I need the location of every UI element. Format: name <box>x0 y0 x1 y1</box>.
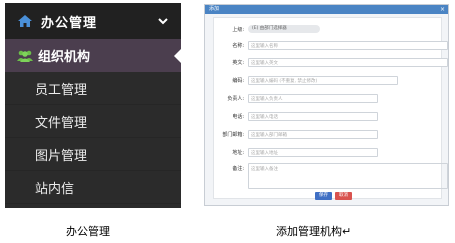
field-label: 电话: <box>232 114 244 120</box>
dialog-title-bar: 添加 × <box>205 5 448 14</box>
form-row-code: 编码: 这里输入编码 (不重复, 禁止修改) <box>214 76 398 85</box>
sidebar-header[interactable]: 办公管理 <box>5 3 181 39</box>
add-org-dialog: 添加 × 上级: (E) 由部门选择器 名称: 这里输入名称 英文: 这里输入英… <box>204 4 449 206</box>
field-label: 名称: <box>232 43 244 49</box>
superior-select[interactable]: (E) 由部门选择器 <box>248 25 320 33</box>
form-row-manager: 负责人: 这里输入负责人 <box>214 94 378 103</box>
home-icon <box>18 15 32 27</box>
form-row-phone: 电话: 这里输入电话 <box>214 112 378 121</box>
form-row-english: 英文: 这里输入英文 <box>214 58 448 67</box>
sidebar-item-messages[interactable]: 站内信 <box>5 171 181 204</box>
field-label: 负责人: <box>227 96 244 102</box>
address-input[interactable]: 这里输入地址 <box>248 148 378 157</box>
field-label: 备注: <box>232 166 244 172</box>
close-icon[interactable]: × <box>440 5 445 14</box>
group-icon <box>17 50 33 62</box>
save-button[interactable]: 保存 <box>315 192 332 200</box>
form-row-superior: 上级: (E) 由部门选择器 <box>214 25 320 33</box>
field-label: 编码: <box>232 78 244 84</box>
sidebar-item-org[interactable]: 组织机构 <box>5 39 182 72</box>
phone-input[interactable]: 这里输入电话 <box>248 112 378 121</box>
active-indicator <box>174 48 182 64</box>
sidebar-item-label: 组织机构 <box>38 50 91 65</box>
sidebar-item-images[interactable]: 图片管理 <box>5 138 181 171</box>
field-label: 上级: <box>232 26 244 33</box>
sidebar-panel: 办公管理 组织机构 员工管理 文件管理 图片管理 站内信 <box>5 3 182 208</box>
sidebar-item-staff[interactable]: 员工管理 <box>5 72 181 105</box>
chevron-down-icon[interactable] <box>157 16 169 26</box>
caption-right: 添加管理机构↵ <box>276 225 352 238</box>
caption-left: 办公管理 <box>66 225 110 238</box>
dialog-title: 添加 <box>209 6 220 12</box>
email-input[interactable]: 这里输入部门邮箱 <box>248 130 378 139</box>
cancel-button[interactable]: 取消 <box>335 192 352 200</box>
form-row-remark: 备注: 这里输入备注 <box>214 163 448 189</box>
sidebar-item-files[interactable]: 文件管理 <box>5 105 181 138</box>
field-label: 地址: <box>232 150 244 156</box>
name-input[interactable]: 这里输入名称 <box>248 41 448 50</box>
field-label: 英文: <box>232 60 244 66</box>
remark-textarea[interactable]: 这里输入备注 <box>248 163 448 189</box>
code-input[interactable]: 这里输入编码 (不重复, 禁止修改) <box>248 76 398 85</box>
form-row-address: 地址: 这里输入地址 <box>214 148 378 157</box>
field-label: 部门邮箱: <box>222 132 244 138</box>
form-row-name: 名称: 这里输入名称 <box>214 41 448 50</box>
dialog-form: 上级: (E) 由部门选择器 名称: 这里输入名称 英文: 这里输入英文 编码:… <box>213 17 448 200</box>
manager-input[interactable]: 这里输入负责人 <box>248 94 378 103</box>
english-input[interactable]: 这里输入英文 <box>248 58 448 67</box>
form-row-email: 部门邮箱: 这里输入部门邮箱 <box>214 130 378 139</box>
sidebar-header-title: 办公管理 <box>41 15 98 31</box>
dialog-actions: 保存 取消 <box>315 192 352 200</box>
